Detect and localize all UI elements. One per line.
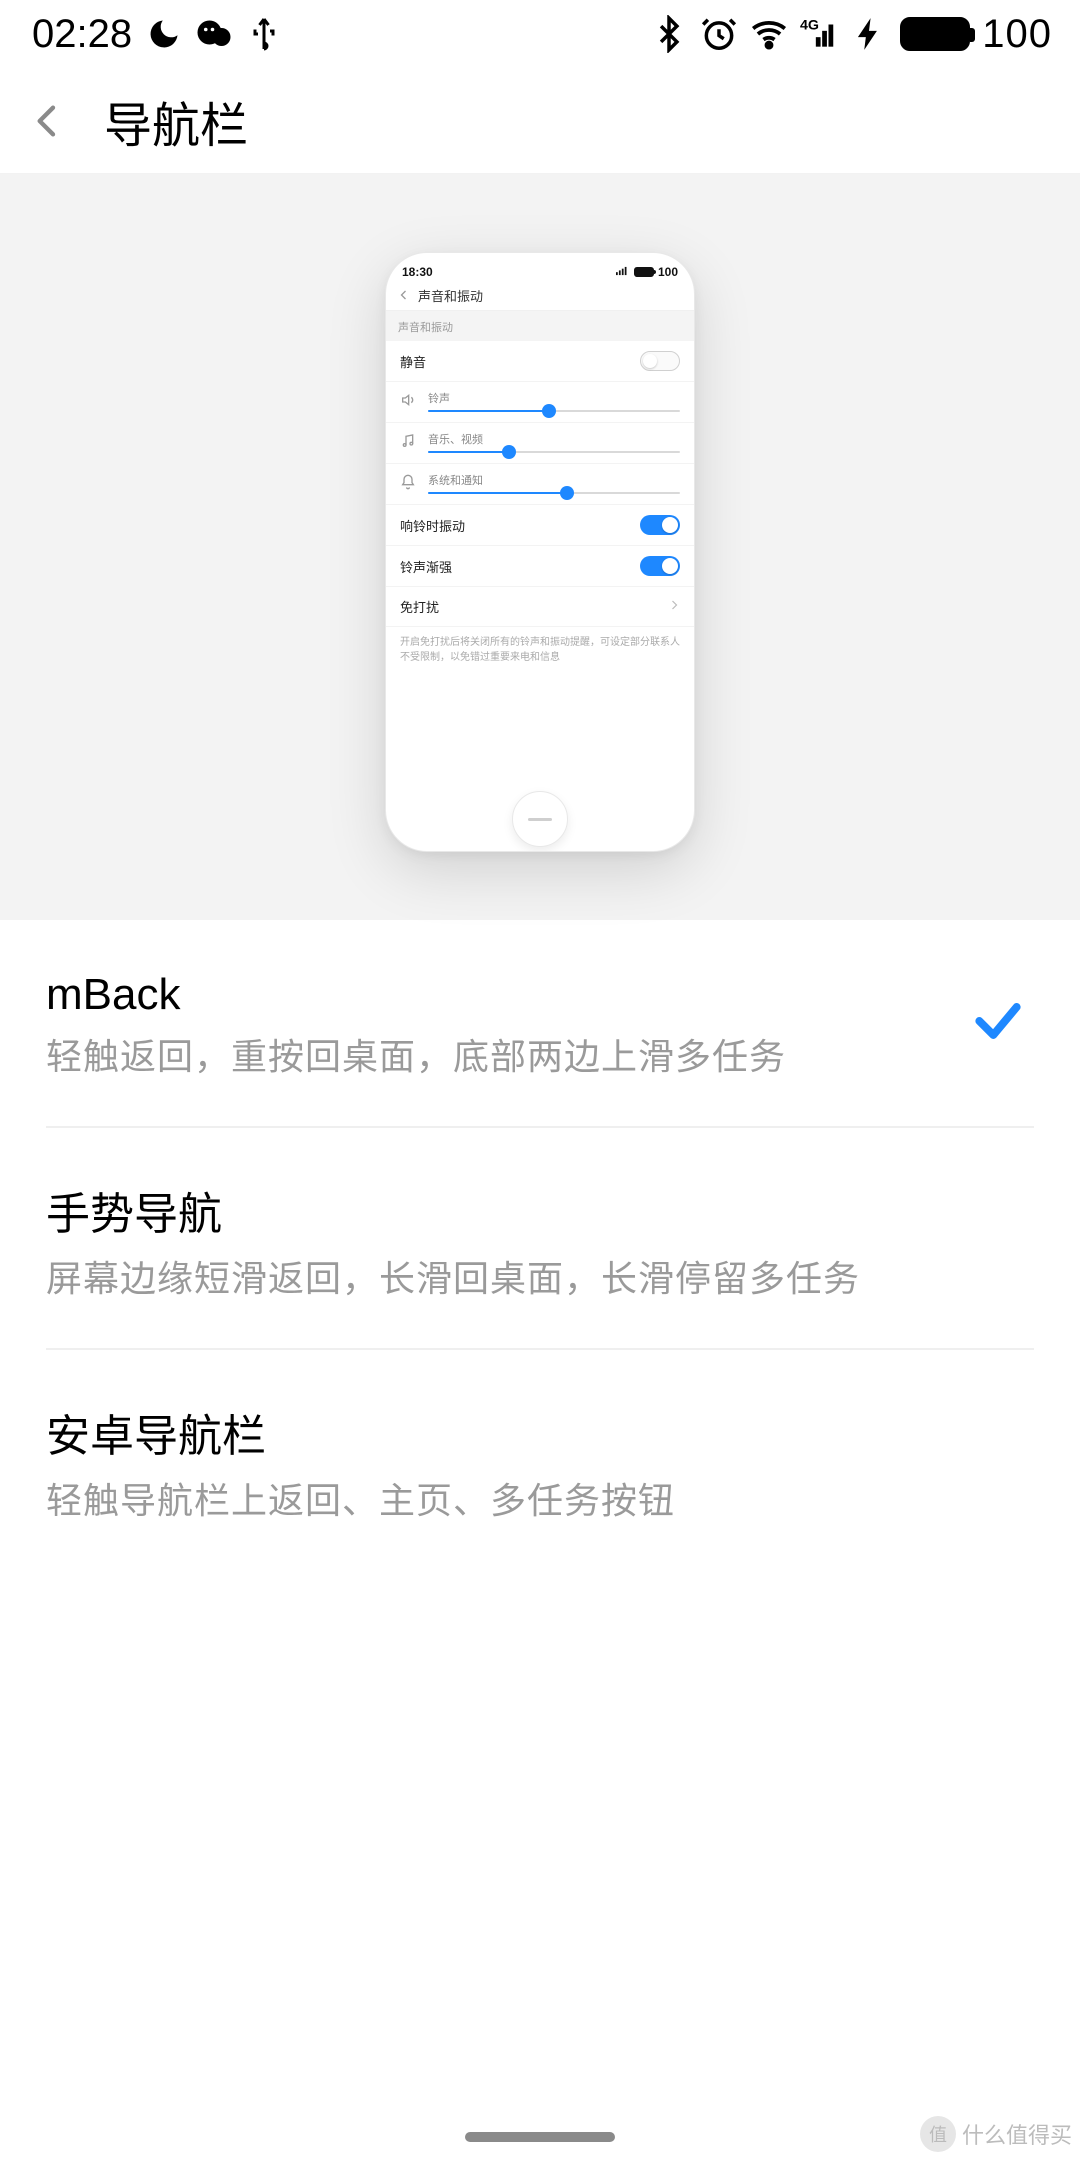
preview-title: 声音和振动	[418, 286, 483, 305]
battery-level: 100	[982, 12, 1052, 57]
nav-option-desc: 轻触返回，重按回桌面，底部两边上滑多任务	[46, 1028, 946, 1080]
nav-option-desc: 屏幕边缘短滑返回，长滑回桌面，长滑停留多任务	[46, 1250, 1034, 1302]
preview-row-fade: 铃声渐强	[386, 546, 694, 587]
preview-signal-icon	[616, 265, 630, 279]
status-bar: 02:28 4G 100	[0, 0, 1080, 68]
preview-mute-toggle	[640, 351, 680, 371]
preview-dnd-label: 免打扰	[400, 597, 439, 616]
chevron-right-icon	[668, 599, 680, 614]
nav-option-title: mBack	[46, 970, 946, 1020]
nav-option[interactable]: 安卓导航栏轻触导航栏上返回、主页、多任务按钮	[46, 1350, 1034, 1570]
wechat-icon	[196, 16, 232, 52]
preview-fade-label: 铃声渐强	[400, 557, 452, 576]
watermark: 值 什么值得买	[920, 2116, 1072, 2152]
alarm-icon	[700, 15, 738, 53]
preview-slider: 系统和通知	[386, 464, 694, 505]
preview-slider-label: 系统和通知	[428, 472, 680, 488]
signal-icon: 4G	[800, 15, 838, 53]
back-button[interactable]	[24, 97, 72, 145]
preview-mute-label: 静音	[400, 352, 426, 371]
nav-options: mBack 轻触返回，重按回桌面，底部两边上滑多任务手势导航屏幕边缘短滑返回，长滑…	[0, 920, 1080, 1570]
preview-battery-icon	[634, 267, 654, 277]
check-icon	[970, 993, 1034, 1057]
preview-slider: 铃声	[386, 382, 694, 423]
watermark-text: 什么值得买	[962, 2118, 1072, 2150]
preview-vibrate-toggle	[640, 515, 680, 535]
preview-back-icon	[398, 288, 410, 304]
nav-option[interactable]: mBack 轻触返回，重按回桌面，底部两边上滑多任务	[46, 920, 1034, 1128]
preview-row-vibrate: 响铃时振动	[386, 505, 694, 546]
preview-area: 18:30 100 声音和振动 声音和振动 静音 铃声音乐、视频系统和通知 响铃…	[0, 174, 1080, 920]
usb-icon	[246, 16, 282, 52]
music-icon	[400, 433, 416, 452]
preview-slider-label: 音乐、视频	[428, 431, 680, 447]
watermark-icon: 值	[920, 2116, 956, 2152]
nav-option[interactable]: 手势导航屏幕边缘短滑返回，长滑回桌面，长滑停留多任务	[46, 1128, 1034, 1350]
preview-slider: 音乐、视频	[386, 423, 694, 464]
preview-slider-track	[428, 451, 680, 453]
nav-option-desc: 轻触导航栏上返回、主页、多任务按钮	[46, 1472, 1034, 1524]
speaker-icon	[400, 392, 416, 411]
nav-option-title: 安卓导航栏	[46, 1400, 1034, 1464]
gesture-bar[interactable]	[465, 2132, 615, 2142]
preview-status-time: 18:30	[402, 265, 433, 279]
preview-home-button	[512, 791, 568, 847]
bell-icon	[400, 474, 416, 493]
preview-vibrate-label: 响铃时振动	[400, 516, 465, 535]
svg-text:4G: 4G	[800, 17, 819, 33]
preview-battery-level: 100	[658, 265, 678, 279]
battery-icon	[900, 17, 970, 51]
nav-option-title: 手势导航	[46, 1178, 1034, 1242]
preview-phone: 18:30 100 声音和振动 声音和振动 静音 铃声音乐、视频系统和通知 响铃…	[385, 252, 695, 852]
preview-row-dnd: 免打扰	[386, 587, 694, 627]
preview-section-label: 声音和振动	[386, 311, 694, 341]
page-header: 导航栏	[0, 68, 1080, 174]
preview-fade-toggle	[640, 556, 680, 576]
bluetooth-icon	[650, 15, 688, 53]
preview-slider-track	[428, 492, 680, 494]
status-time: 02:28	[32, 12, 132, 57]
moon-icon	[146, 16, 182, 52]
charging-icon	[850, 15, 888, 53]
preview-header: 声音和振动	[386, 281, 694, 311]
page-title: 导航栏	[104, 86, 248, 156]
preview-slider-track	[428, 410, 680, 412]
wifi-icon	[750, 15, 788, 53]
preview-row-mute: 静音	[386, 341, 694, 382]
preview-slider-label: 铃声	[428, 390, 680, 406]
preview-status-bar: 18:30 100	[386, 253, 694, 281]
preview-dnd-note: 开启免打扰后将关闭所有的铃声和振动提醒，可设定部分联系人不受限制，以免错过重要来…	[386, 627, 694, 673]
